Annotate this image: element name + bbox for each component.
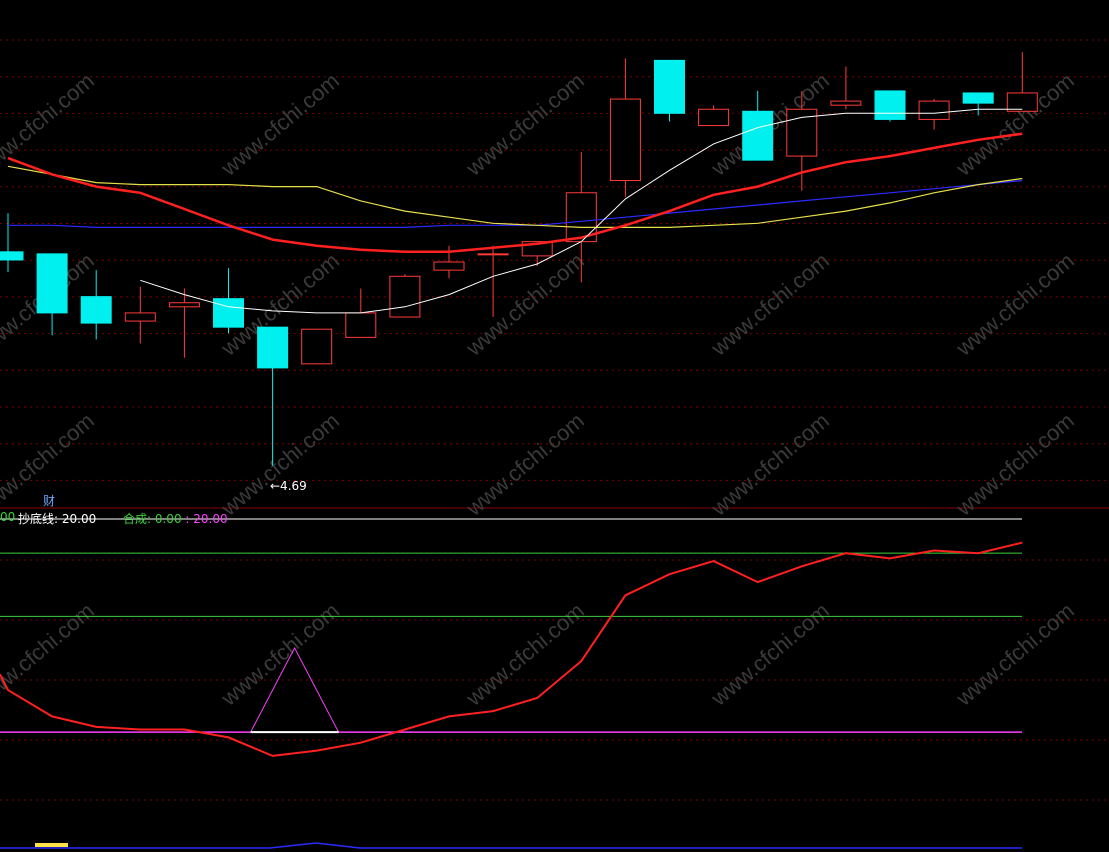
watermark-text: www.cfchi.com [461, 598, 589, 711]
candle [609, 58, 641, 197]
candle [168, 288, 200, 358]
bottom-blue-line [0, 842, 1022, 849]
candle-body-up [168, 302, 200, 308]
candle-body-down [962, 92, 994, 104]
legend-prefix: 00 [0, 510, 16, 524]
watermark-text: www.cfchi.com [216, 68, 344, 181]
low-price-marker: ←4.69 [270, 479, 307, 493]
composite-sep: : [181, 512, 194, 526]
grid-lines [0, 39, 1109, 801]
candle-body-up [477, 253, 509, 256]
candle-body-up [301, 328, 333, 365]
stock-chart: www.cfchi.com www.cfchi.com www.cfchi.com w… [0, 39, 1109, 849]
candle-body-up [830, 100, 862, 106]
candle-body-up [389, 275, 421, 318]
watermark-text: www.cfchi.com [0, 68, 99, 181]
watermark-text: www.cfchi.com [461, 68, 589, 181]
watermark-text: www.cfchi.com [706, 598, 834, 711]
candle [654, 59, 685, 122]
candle-body-up [345, 312, 377, 338]
candle-body-up [609, 98, 641, 182]
candle [0, 213, 24, 273]
composite-name: 合成: [123, 512, 155, 526]
candle [918, 99, 950, 130]
composite-label: 合成: 0.00 : 20.00 [123, 510, 228, 527]
watermark-text: www.cfchi.com [461, 248, 589, 361]
candle [830, 66, 862, 110]
composite-value: 0.00 [154, 512, 182, 526]
candle [962, 92, 994, 116]
candle-body-down [257, 326, 289, 369]
watermark-text: www.cfchi.com [706, 248, 834, 361]
candle-body-up [918, 100, 950, 120]
candle-body-up [433, 261, 465, 271]
watermark-text: www.cfchi.com [706, 408, 834, 521]
ma-mid-line [7, 132, 1023, 254]
candle [874, 90, 906, 122]
candle-body-up [698, 108, 730, 127]
candle-body-down [213, 298, 244, 328]
watermark-text: www.cfchi.com [951, 598, 1079, 711]
candle [213, 268, 244, 334]
candle-body-down [874, 90, 906, 120]
candle [1006, 52, 1038, 112]
composite-level: 20.00 [193, 512, 228, 526]
candle-body-down [80, 296, 112, 324]
watermarks: www.cfchi.com www.cfchi.com www.cfchi.com w… [0, 68, 1079, 711]
watermark-text: www.cfchi.com [951, 248, 1079, 361]
candle-body-down [0, 251, 24, 261]
watermark-text: www.cfchi.com [216, 598, 344, 711]
bottom-line-label: 抄底线: 20.00 [18, 512, 97, 526]
watermark-text: www.cfchi.com [461, 408, 589, 521]
candle [301, 328, 333, 365]
candle-body-down [36, 253, 68, 314]
volume-marker [35, 843, 68, 847]
candle [698, 105, 730, 127]
ma-long-yellow-line [7, 165, 1023, 228]
candle [389, 274, 421, 318]
candle [124, 286, 156, 344]
watermark-text: www.cfchi.com [951, 68, 1079, 181]
ma-long-blue-line [8, 179, 1023, 228]
candle-body-up [124, 312, 156, 322]
indicator-panel [0, 518, 1023, 849]
candle [36, 253, 68, 336]
candle-body-up [1006, 92, 1038, 112]
watermark-text: www.cfchi.com [951, 408, 1079, 521]
finance-icon[interactable]: 财 [43, 492, 55, 509]
watermark-text: www.cfchi.com [216, 408, 344, 521]
candle [80, 270, 112, 340]
candle-body-down [742, 110, 774, 161]
candle-body-down [654, 59, 685, 114]
